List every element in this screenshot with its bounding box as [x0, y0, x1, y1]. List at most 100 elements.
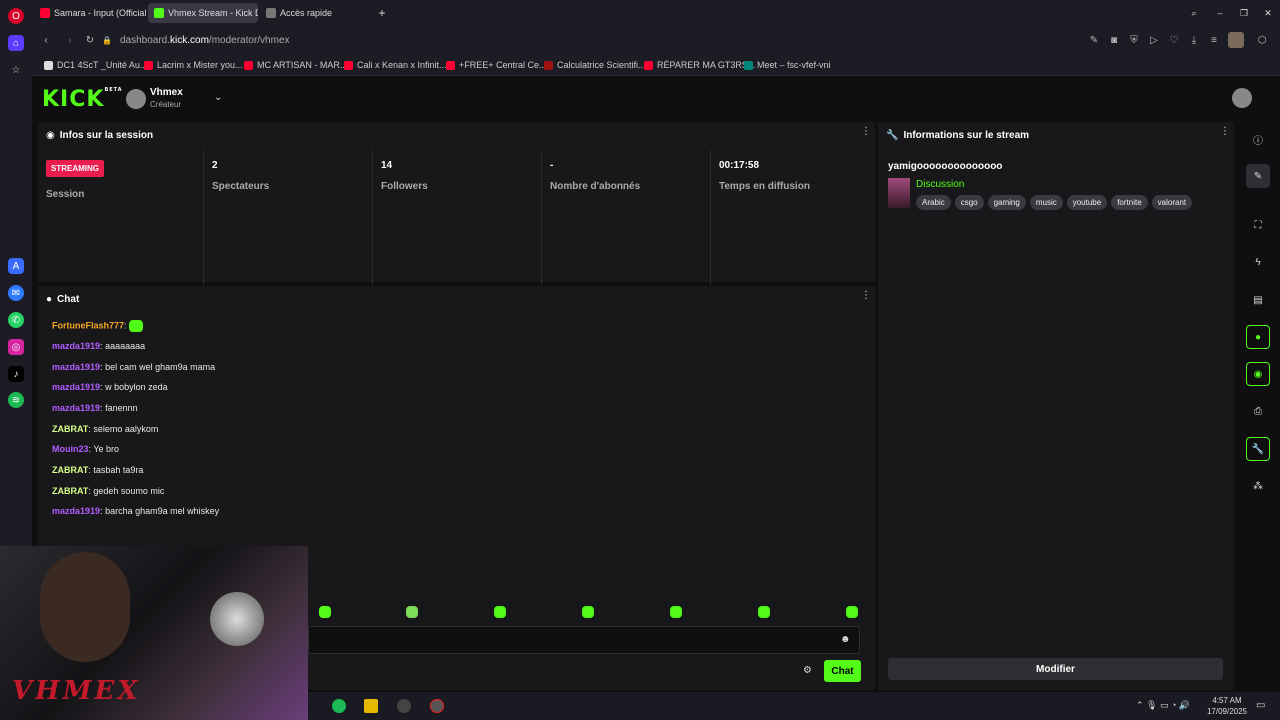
heart-icon[interactable]: ♡: [1168, 34, 1180, 46]
session-panel: ◉Infos sur la session ⋮ STREAMING Sessio…: [38, 122, 875, 285]
chat-message: Mouin23: Ye bro: [52, 444, 120, 454]
profile-avatar[interactable]: [1228, 32, 1244, 48]
emote-icon[interactable]: [846, 606, 858, 618]
notification-icon[interactable]: ▭: [1256, 700, 1265, 711]
obs-icon[interactable]: [430, 699, 444, 713]
stat-uptime: 00:17:58 Temps en diffusion: [711, 150, 875, 285]
new-tab-button[interactable]: +: [375, 3, 389, 23]
tag-list: Arabic csgo gaming music youtube fortnite valo…: [916, 195, 1196, 210]
maximize-button[interactable]: ❐: [1236, 3, 1252, 23]
shield-icon[interactable]: ⛨: [1128, 34, 1140, 46]
back-icon[interactable]: ‹: [40, 34, 52, 46]
menu-icon[interactable]: ≡: [1208, 34, 1220, 46]
tiktok-icon[interactable]: ♪: [8, 366, 24, 382]
chat-input[interactable]: [308, 626, 860, 654]
emote-icon[interactable]: [758, 606, 770, 618]
chat-message: ZABRAT: selemo aalykom: [52, 424, 159, 434]
broadcast-icon[interactable]: ◉: [1246, 362, 1270, 386]
streamer-silhouette: [40, 552, 130, 662]
emoji-icon[interactable]: ☻: [840, 634, 851, 645]
spotify-icon[interactable]: [332, 699, 346, 713]
forward-icon[interactable]: ›: [64, 34, 76, 46]
tag[interactable]: gaming: [987, 195, 1026, 210]
kick-icon: [154, 8, 164, 18]
stat-label: Nombre d'abonnés: [550, 181, 641, 192]
reload-icon[interactable]: ↻: [84, 34, 96, 46]
bookmark-item[interactable]: RÉPARER MA GT3RS...: [644, 59, 755, 71]
more-options-icon[interactable]: ⋮: [861, 291, 871, 306]
youtube-icon: [344, 60, 353, 70]
channel-name: Vhmex: [150, 87, 183, 98]
kick-header: KICKBETA Vhmex Créateur ⌄: [32, 76, 1280, 120]
opera-logo-icon[interactable]: O: [8, 8, 24, 24]
note-icon[interactable]: ▤: [1246, 288, 1270, 312]
modify-button[interactable]: Modifier: [888, 658, 1223, 680]
tag[interactable]: music: [1029, 195, 1063, 210]
tab-samara[interactable]: Samara - Input (Official M: [34, 3, 146, 23]
clock-time: 4:57 AM: [1212, 696, 1242, 705]
tag[interactable]: csgo: [954, 195, 984, 210]
bookmark-item[interactable]: Lacrim x Mister you...: [144, 59, 243, 71]
system-tray-icons[interactable]: ⌃ 🎙 ▭ ◔ 🔊: [1136, 700, 1190, 711]
clock-date: 17/09/2025: [1206, 707, 1248, 716]
minimize-button[interactable]: –: [1212, 3, 1228, 23]
bookmark-item[interactable]: +FREE+ Central Ce...: [446, 59, 547, 71]
emote-icon[interactable]: [494, 606, 506, 618]
bookmark-item[interactable]: Calculatrice Scientifi...: [544, 59, 646, 71]
emote-icon[interactable]: [670, 606, 682, 618]
chevron-down-icon[interactable]: ⌄: [214, 92, 222, 103]
user-avatar[interactable]: [1232, 88, 1252, 108]
star-icon[interactable]: ☆: [8, 62, 24, 78]
more-options-icon[interactable]: ⋮: [861, 127, 871, 142]
search-icon[interactable]: ⌕: [1186, 3, 1202, 23]
category-link[interactable]: Discussion: [916, 179, 964, 190]
tag[interactable]: valorant: [1151, 195, 1193, 210]
send-chat-button[interactable]: Chat: [824, 660, 861, 682]
app-icon[interactable]: [397, 699, 411, 713]
youtube-icon: [446, 60, 455, 70]
close-button[interactable]: ✕: [1260, 3, 1276, 23]
bookmark-item[interactable]: Meet – fsc-vfef-vni: [744, 59, 831, 71]
kick-logo[interactable]: KICKBETA: [42, 87, 123, 112]
extensions-icon[interactable]: ⬡: [1256, 34, 1268, 46]
gear-icon[interactable]: ⚙: [803, 665, 812, 676]
bookmark-item[interactable]: DC1 4ScT _Unité Au...: [44, 59, 147, 71]
tag[interactable]: youtube: [1066, 195, 1108, 210]
aria-icon[interactable]: A: [8, 258, 24, 274]
wrench-icon: 🔧: [886, 129, 899, 141]
emote-icon[interactable]: [582, 606, 594, 618]
play-icon[interactable]: ▷: [1148, 34, 1160, 46]
stat-label: Spectateurs: [212, 181, 270, 192]
wrench-icon[interactable]: 🔧: [1246, 437, 1270, 461]
chat-bubble-icon[interactable]: ●: [1246, 325, 1270, 349]
emote-icon[interactable]: [406, 606, 418, 618]
status-badge: STREAMING: [46, 160, 104, 177]
stream-info-header: 🔧 Informations sur le stream: [878, 122, 1234, 148]
grid-icon: [266, 8, 276, 18]
whatsapp-icon[interactable]: ✆: [8, 312, 24, 328]
info-icon[interactable]: ⓘ: [1246, 127, 1270, 151]
camera-icon[interactable]: ◙: [1108, 34, 1120, 46]
more-options-icon[interactable]: ⋮: [1220, 127, 1230, 142]
home-icon[interactable]: ⌂: [8, 35, 24, 51]
pencil-icon[interactable]: ✎: [1246, 164, 1270, 188]
bookmark-item[interactable]: Cali x Kenan x Infinit...: [344, 59, 447, 71]
instagram-icon[interactable]: ◎: [8, 339, 24, 355]
url-input[interactable]: 🔒 dashboard. kick.com/moderator/vhmex: [102, 30, 1082, 50]
tab-acces-rapide[interactable]: Accès rapide: [260, 3, 360, 23]
apps-icon[interactable]: ⁂: [1246, 474, 1270, 498]
tab-kick-dashboard[interactable]: Vhmex Stream - Kick Das: [148, 3, 258, 23]
edit-icon[interactable]: ✎: [1088, 34, 1100, 46]
crop-icon[interactable]: ⛶: [1246, 213, 1270, 237]
bolt-icon[interactable]: ϟ: [1246, 250, 1270, 274]
tag[interactable]: Arabic: [916, 195, 951, 210]
spotify-icon[interactable]: ≋: [8, 392, 24, 408]
channel-avatar: [126, 89, 146, 109]
download-icon[interactable]: ⤓: [1188, 34, 1200, 46]
emote-icon[interactable]: [319, 606, 331, 618]
tag[interactable]: fortnite: [1111, 195, 1148, 210]
messenger-icon[interactable]: ✉: [8, 285, 24, 301]
bookmark-item[interactable]: MC ARTISAN - MAR...: [244, 59, 347, 71]
folder-icon[interactable]: [364, 699, 378, 713]
printer-icon[interactable]: ⎙: [1246, 399, 1270, 423]
